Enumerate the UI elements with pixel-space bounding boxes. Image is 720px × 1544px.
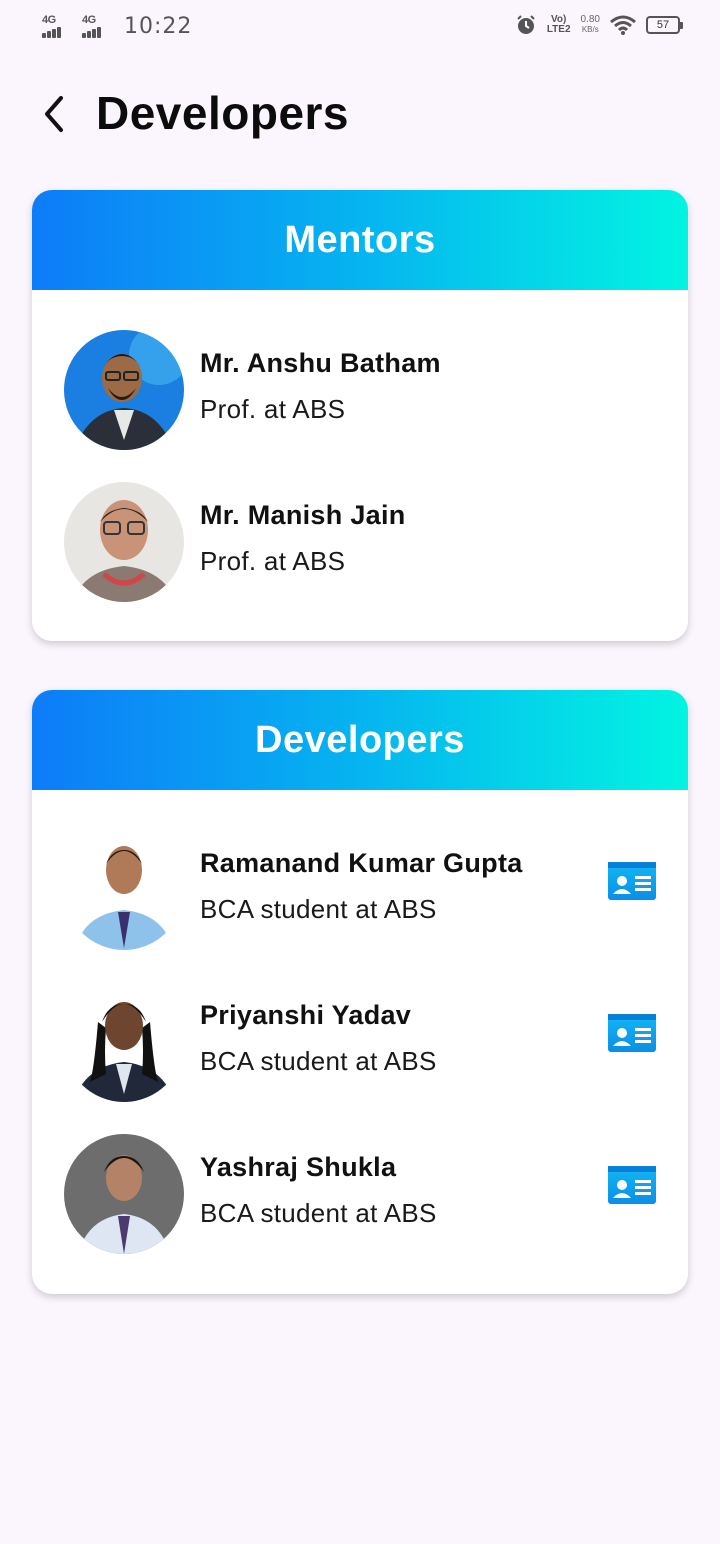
mentor-item[interactable]: Mr. Anshu Batham Prof. at ABS: [32, 330, 688, 450]
status-left: 4G 4G 10:22: [42, 14, 192, 39]
developer-avatar: [64, 982, 184, 1102]
id-card-icon: [608, 1014, 656, 1052]
speed-unit: KB/s: [581, 25, 599, 34]
speed-value: 0.80: [580, 14, 600, 25]
app-header: Developers: [0, 78, 720, 152]
alarm-icon: [517, 15, 535, 34]
signal-icon-sim2: 4G: [82, 13, 114, 38]
developers-screen: 4G 4G 10:22 Vo) LTE2 0.80 KB/s 57 Develo…: [0, 0, 720, 1544]
chevron-left-icon: [45, 96, 63, 132]
developer-item[interactable]: Yashraj Shukla BCA student at ABS: [32, 1134, 688, 1254]
developers-card-header: Developers: [32, 690, 688, 790]
mentor-item[interactable]: Mr. Manish Jain Prof. at ABS: [32, 482, 688, 602]
mentor-role: Prof. at ABS: [200, 546, 346, 576]
mentor-avatar: [64, 482, 184, 602]
developer-role: BCA student at ABS: [200, 1198, 437, 1228]
sim2-network-label: 4G: [82, 13, 96, 26]
id-card-icon: [608, 862, 656, 900]
status-right: Vo) LTE2 0.80 KB/s 57: [515, 14, 683, 36]
developer-item[interactable]: Ramanand Kumar Gupta BCA student at ABS: [32, 830, 688, 950]
developer-name: Yashraj Shukla: [200, 1152, 397, 1182]
id-card-button[interactable]: [606, 1012, 658, 1054]
volte-indicator: Vo) LTE2: [547, 15, 571, 35]
mentor-name: Mr. Manish Jain: [200, 500, 406, 530]
developers-card-title: Developers: [255, 718, 465, 761]
developer-name: Priyanshi Yadav: [200, 1000, 412, 1030]
developer-name: Ramanand Kumar Gupta: [200, 848, 523, 878]
mentor-name: Mr. Anshu Batham: [200, 348, 441, 378]
developer-role: BCA student at ABS: [200, 1046, 437, 1076]
id-card-button[interactable]: [606, 1164, 658, 1206]
volte-bottom-label: LTE2: [546, 24, 571, 35]
mentor-role: Prof. at ABS: [200, 394, 346, 424]
mentors-card-header: Mentors: [32, 190, 688, 290]
developer-avatar: [64, 830, 184, 950]
network-speed: 0.80 KB/s: [581, 15, 600, 35]
developer-avatar: [64, 1134, 184, 1254]
mentors-card: Mentors Mr. Anshu Batham Prof. at ABS Mr…: [32, 190, 688, 641]
wifi-icon: [610, 15, 636, 35]
developer-item[interactable]: Priyanshi Yadav BCA student at ABS: [32, 982, 688, 1102]
sim1-network-label: 4G: [42, 13, 56, 26]
mentor-avatar: [64, 330, 184, 450]
developer-role: BCA student at ABS: [200, 894, 437, 924]
signal-icon-sim1: 4G: [42, 13, 74, 38]
id-card-icon: [608, 1166, 656, 1204]
page-title: Developers: [96, 87, 350, 139]
battery-icon: 57: [646, 16, 683, 34]
mentors-card-title: Mentors: [284, 218, 436, 261]
developers-card: Developers Ramanand Kumar Gupta BCA stud…: [32, 690, 688, 1294]
back-button[interactable]: [34, 94, 74, 134]
clock: 10:22: [124, 14, 193, 39]
battery-level: 57: [656, 19, 670, 31]
status-bar: 4G 4G 10:22 Vo) LTE2 0.80 KB/s 57: [0, 0, 720, 58]
id-card-button[interactable]: [606, 860, 658, 902]
